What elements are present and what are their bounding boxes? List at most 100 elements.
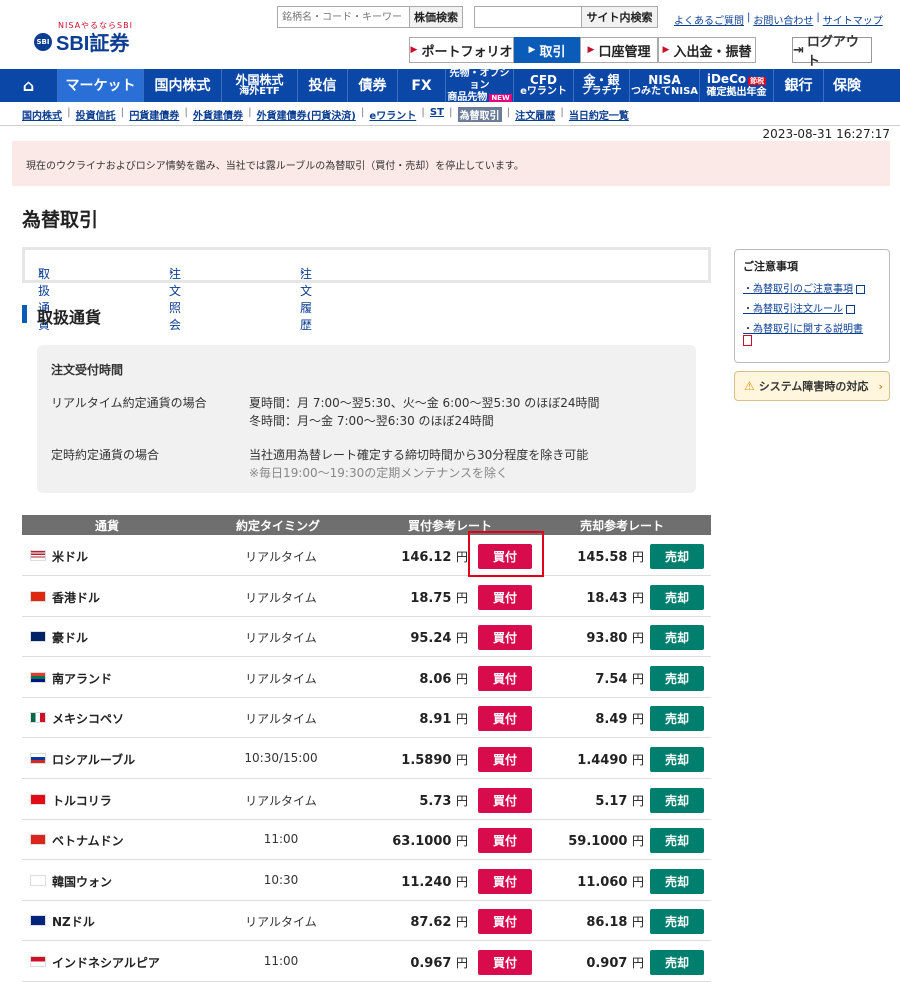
- buy-button[interactable]: 買付: [478, 706, 532, 732]
- subnav-yen-bonds[interactable]: 円貨建債券: [129, 107, 179, 122]
- account-button[interactable]: ▶ 口座管理: [580, 37, 658, 63]
- currency-name: トルコリラ: [52, 793, 112, 808]
- buy-rate-value: 0.967: [410, 956, 452, 971]
- execution-timing: リアルタイム: [245, 550, 317, 564]
- currency-name: 韓国ウォン: [52, 874, 113, 889]
- nav-insurance[interactable]: 保険: [824, 69, 870, 102]
- yen-unit: 円: [631, 631, 644, 646]
- table-row: 韓国ウォン 10:30 11.240 円 買付 11.060 円 売却: [22, 861, 711, 901]
- sell-rate: 145.58 円: [577, 548, 644, 565]
- system-failure-button[interactable]: ⚠ システム障害時の対応 ›: [734, 371, 890, 401]
- sell-button[interactable]: 売却: [650, 747, 704, 772]
- table-row: 香港ドル リアルタイム 18.75 円 買付 18.43 円 売却: [22, 577, 711, 617]
- yen-unit: 円: [631, 956, 644, 970]
- subnav-st[interactable]: ST: [430, 107, 444, 122]
- sell-button[interactable]: 売却: [650, 706, 704, 732]
- currency-name: 米ドル: [52, 550, 89, 564]
- buy-button[interactable]: 買付: [478, 625, 532, 651]
- sell-rate: 7.54 円: [595, 670, 644, 687]
- sell-button[interactable]: 売却: [650, 787, 704, 813]
- yen-unit: 円: [631, 834, 644, 849]
- portfolio-button[interactable]: ▶ ポートフォリオ: [409, 37, 514, 63]
- stock-search-button[interactable]: 株価検索: [409, 6, 463, 28]
- yen-unit: 円: [631, 753, 644, 767]
- subnav-fx-trade[interactable]: 為替取引: [457, 107, 502, 122]
- contact-link[interactable]: お問い合わせ: [753, 12, 813, 27]
- site-search-input[interactable]: [474, 6, 582, 28]
- logout-button[interactable]: ⇥ ログアウト: [792, 35, 872, 69]
- nav-foreign-stock[interactable]: 外国株式 海外ETF: [222, 69, 298, 102]
- sell-button[interactable]: 売却: [650, 665, 704, 691]
- yen-unit: 円: [455, 753, 468, 767]
- nav-label: 金・銀: [583, 72, 620, 87]
- buy-rate: 63.1000 円: [392, 832, 468, 849]
- subnav-order-history[interactable]: 注文履歴: [515, 107, 555, 122]
- sell-button[interactable]: 売却: [650, 868, 704, 894]
- flag-icon: [30, 590, 46, 602]
- subnav-today-executions[interactable]: 当日約定一覧: [569, 107, 629, 122]
- nav-label: 債券: [358, 77, 387, 94]
- nav-ideco[interactable]: iDeCo 節税 確定拠出年金: [700, 69, 774, 102]
- buy-button[interactable]: 買付: [478, 747, 532, 772]
- col-currency: 通貨: [95, 519, 120, 533]
- site-search-button[interactable]: サイト内検索: [581, 6, 658, 28]
- nav-market[interactable]: マーケット: [58, 69, 144, 102]
- trade-button[interactable]: ▶ 取引: [514, 37, 580, 63]
- buy-button[interactable]: 買付: [478, 909, 532, 935]
- sbi-logo-mark: SBI: [34, 32, 52, 51]
- table-header: 通貨 約定タイミング 買付参考レート 売却参考レート: [22, 515, 711, 535]
- sell-rate: 93.80 円: [586, 629, 644, 646]
- nav-sublabel: プラチナ: [581, 85, 622, 97]
- subnav-ewarrant[interactable]: eワラント: [369, 107, 416, 122]
- sell-button[interactable]: 売却: [650, 625, 704, 651]
- yen-unit: 円: [631, 671, 644, 686]
- triangle-right-icon: ▶: [528, 45, 536, 55]
- link-fx-rules[interactable]: 為替取引注文ルール: [743, 300, 881, 315]
- buy-button[interactable]: 買付: [478, 787, 532, 813]
- subnav-domestic-stock[interactable]: 国内株式: [22, 107, 62, 122]
- triangle-right-icon: ▶: [662, 45, 670, 55]
- nav-gold[interactable]: 金・銀 プラチナ: [574, 69, 630, 102]
- sbi-logo[interactable]: SBI SBI証券: [34, 27, 129, 56]
- table-row: ロシアルーブル 10:30/15:00 1.5890 円 買付 1.4490 円…: [22, 739, 711, 779]
- faq-link[interactable]: よくあるご質問: [674, 12, 744, 27]
- deposit-button[interactable]: ▶ 入出金・振替: [658, 37, 756, 63]
- page-tabs: 取扱通貨 › 注文照会 › 注文履歴 ›: [22, 247, 711, 332]
- nav-fx[interactable]: FX: [398, 69, 446, 102]
- subnav-foreign-bonds[interactable]: 外貨建債券: [193, 107, 243, 122]
- nav-domestic-stock[interactable]: 国内株式: [144, 69, 222, 102]
- buy-button[interactable]: 買付: [478, 950, 532, 975]
- link-fx-docs[interactable]: 為替取引に関する説明書: [743, 320, 881, 347]
- buy-rate-value: 87.62: [410, 915, 452, 931]
- subnav-foreign-bonds-yen[interactable]: 外貨建債券(円貨決済): [257, 107, 356, 122]
- flag-icon: [30, 712, 46, 724]
- home-icon[interactable]: ⌂: [0, 69, 58, 102]
- nav-sublabel: 商品先物: [447, 91, 488, 103]
- sell-button[interactable]: 売却: [650, 544, 704, 569]
- nav-bonds[interactable]: 債券: [348, 69, 398, 102]
- stock-search-input[interactable]: [277, 6, 410, 28]
- currency-name: メキシコペソ: [52, 712, 125, 727]
- sell-button[interactable]: 売却: [650, 950, 704, 975]
- nav-nisa[interactable]: NISA つみたてNISA: [630, 69, 700, 102]
- page-title: 為替取引: [22, 209, 99, 231]
- tax-badge: 節税: [748, 76, 767, 85]
- buy-rate: 18.75 円: [410, 589, 468, 606]
- sell-button[interactable]: 売却: [650, 909, 704, 935]
- subnav-funds[interactable]: 投資信託: [76, 107, 116, 122]
- sell-button[interactable]: 売却: [650, 584, 704, 610]
- buy-button[interactable]: 買付: [478, 868, 532, 894]
- nav-bank[interactable]: 銀行: [774, 69, 824, 102]
- nav-futures[interactable]: 先物・オプション 商品先物 NEW: [446, 68, 514, 103]
- nav-funds[interactable]: 投信: [298, 69, 348, 102]
- buy-button[interactable]: 買付: [478, 584, 532, 610]
- nav-cfd[interactable]: CFD eワラント: [514, 69, 574, 102]
- buy-button[interactable]: 買付: [478, 665, 532, 691]
- chevron-right-icon: ›: [169, 265, 174, 279]
- link-fx-notes[interactable]: 為替取引のご注意事項: [743, 280, 881, 295]
- sitemap-link[interactable]: サイトマップ: [823, 12, 883, 27]
- yen-unit: 円: [455, 874, 468, 889]
- sell-rate-value: 11.060: [577, 874, 628, 890]
- buy-button[interactable]: 買付: [478, 828, 532, 854]
- sell-button[interactable]: 売却: [650, 828, 704, 854]
